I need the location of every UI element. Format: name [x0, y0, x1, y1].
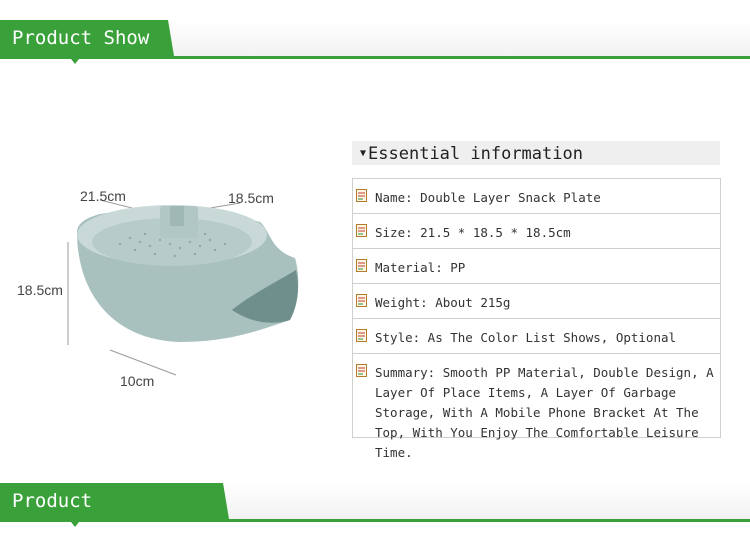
- caret-down-icon: ▼: [360, 148, 367, 159]
- info-row-weight: Weight: About 215g: [352, 284, 721, 319]
- info-row-summary: Summary: Smooth PP Material, Double Desi…: [352, 354, 721, 460]
- dim-label-height: 18.5cm: [17, 282, 63, 298]
- info-table: Name: Double Layer Snack Plate Size: 21.…: [352, 178, 721, 460]
- dim-label-top-left: 21.5cm: [80, 188, 126, 204]
- info-row-text: Style: As The Color List Shows, Optional: [375, 330, 677, 345]
- product-show-banner: Product Show: [0, 20, 750, 64]
- info-row-text: Summary: Smooth PP Material, Double Desi…: [375, 365, 714, 460]
- document-icon: [356, 364, 367, 377]
- info-row-material: Material: PP: [352, 249, 721, 284]
- info-row-text: Weight: About 215g: [375, 295, 511, 310]
- document-icon: [356, 259, 367, 272]
- info-row-text: Material: PP: [375, 260, 466, 275]
- phone-bracket-slot: [170, 206, 184, 226]
- banner-rule: [0, 519, 750, 522]
- essential-info-heading: ▼ Essential information: [352, 141, 720, 165]
- document-icon: [356, 329, 367, 342]
- info-row-text: Size: 21.5 * 18.5 * 18.5cm: [375, 225, 571, 240]
- banner-notch: [71, 59, 79, 64]
- product-show-tab: Product Show: [0, 20, 174, 56]
- info-row-text: Name: Double Layer Snack Plate: [375, 190, 601, 205]
- document-icon: [356, 224, 367, 237]
- banner-rule: [0, 56, 750, 59]
- product-description-tab: Product Description: [0, 483, 229, 519]
- product-description-banner: Product Description: [0, 483, 750, 519]
- info-row-style: Style: As The Color List Shows, Optional: [352, 319, 721, 354]
- document-icon: [356, 189, 367, 202]
- info-row-name: Name: Double Layer Snack Plate: [352, 179, 721, 214]
- document-icon: [356, 294, 367, 307]
- info-row-size: Size: 21.5 * 18.5 * 18.5cm: [352, 214, 721, 249]
- dim-line-bottom: [109, 349, 177, 376]
- banner-notch: [71, 522, 79, 527]
- dim-label-top-right: 18.5cm: [228, 190, 274, 206]
- product-image: 21.5cm 18.5cm 18.5cm 10cm: [0, 170, 320, 400]
- dim-label-bottom: 10cm: [120, 373, 155, 389]
- essential-info-title: Essential information: [368, 144, 583, 164]
